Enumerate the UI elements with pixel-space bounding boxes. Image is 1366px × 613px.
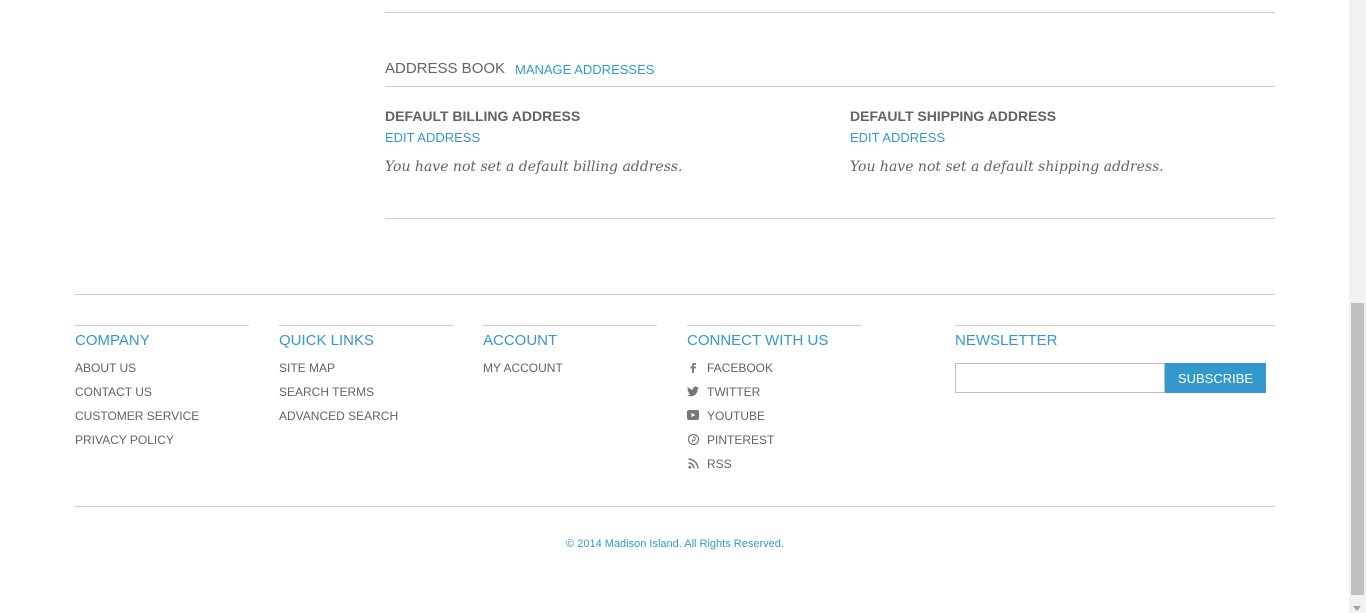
my-account-link[interactable]: MY ACCOUNT bbox=[483, 361, 563, 375]
youtube-icon bbox=[687, 409, 699, 421]
newsletter-form: SUBSCRIBE bbox=[955, 363, 1266, 393]
address-book-title: ADDRESS BOOK bbox=[385, 60, 506, 77]
column-rule bbox=[75, 325, 249, 326]
list-item: RSS bbox=[687, 457, 861, 481]
list-item: CUSTOMER SERVICE bbox=[75, 409, 249, 433]
footer-connect-title: CONNECT WITH US bbox=[687, 332, 829, 349]
list-item: ADVANCED SEARCH bbox=[279, 409, 453, 433]
list-item: CONTACT US bbox=[75, 385, 249, 409]
address-section-bottom-divider bbox=[385, 218, 1275, 219]
footer-quick-links-title: QUICK LINKS bbox=[279, 332, 375, 349]
page: ADDRESS BOOK MANAGE ADDRESSES DEFAULT BI… bbox=[0, 0, 1366, 613]
footer-company-title: COMPANY bbox=[75, 332, 150, 349]
rss-icon bbox=[687, 457, 699, 469]
list-item: MY ACCOUNT bbox=[483, 361, 657, 385]
advanced-search-link[interactable]: ADVANCED SEARCH bbox=[279, 409, 398, 423]
list-item: PRIVACY POLICY bbox=[75, 433, 249, 457]
shipping-address-title: DEFAULT SHIPPING ADDRESS bbox=[850, 108, 1057, 124]
edit-billing-address-link[interactable]: EDIT ADDRESS bbox=[385, 130, 480, 145]
list-item: TWITTER bbox=[687, 385, 861, 409]
address-book-divider bbox=[385, 86, 1275, 87]
column-rule bbox=[279, 325, 453, 326]
youtube-link[interactable]: YOUTUBE bbox=[707, 409, 765, 423]
manage-addresses-link[interactable]: MANAGE ADDRESSES bbox=[515, 62, 654, 77]
shipping-address-block: DEFAULT SHIPPING ADDRESS EDIT ADDRESS Yo… bbox=[850, 108, 1270, 175]
footer-bottom-divider bbox=[75, 506, 1275, 507]
column-rule bbox=[955, 325, 1275, 326]
footer-company-links: ABOUT US CONTACT US CUSTOMER SERVICE PRI… bbox=[75, 361, 249, 457]
facebook-icon bbox=[687, 361, 699, 373]
list-item: SEARCH TERMS bbox=[279, 385, 453, 409]
about-us-link[interactable]: ABOUT US bbox=[75, 361, 136, 375]
footer-company-column: COMPANY ABOUT US CONTACT US CUSTOMER SER… bbox=[75, 325, 249, 457]
rss-link[interactable]: RSS bbox=[707, 457, 732, 471]
scroll-down-arrow-icon[interactable] bbox=[1353, 606, 1361, 611]
column-rule bbox=[687, 325, 861, 326]
footer-social-links: FACEBOOK TWITTER YOUTUBE PINTEREST RSS bbox=[687, 361, 861, 481]
twitter-icon bbox=[687, 385, 699, 397]
column-rule bbox=[483, 325, 657, 326]
privacy-policy-link[interactable]: PRIVACY POLICY bbox=[75, 433, 174, 447]
page-scrollbar[interactable] bbox=[1349, 0, 1366, 613]
copyright-text: © 2014 Madison Island. All Rights Reserv… bbox=[566, 538, 784, 550]
facebook-link[interactable]: FACEBOOK bbox=[707, 361, 773, 375]
billing-address-block: DEFAULT BILLING ADDRESS EDIT ADDRESS You… bbox=[385, 108, 805, 175]
footer-account-links: MY ACCOUNT bbox=[483, 361, 657, 385]
newsletter-email-input[interactable] bbox=[955, 363, 1165, 393]
billing-address-empty-text: You have not set a default billing addre… bbox=[385, 159, 683, 175]
list-item: YOUTUBE bbox=[687, 409, 861, 433]
pinterest-icon bbox=[687, 433, 699, 445]
pinterest-link[interactable]: PINTEREST bbox=[707, 433, 774, 447]
scrollbar-thumb[interactable] bbox=[1351, 303, 1364, 595]
shipping-address-empty-text: You have not set a default shipping addr… bbox=[850, 159, 1164, 175]
customer-service-link[interactable]: CUSTOMER SERVICE bbox=[75, 409, 199, 423]
list-item: FACEBOOK bbox=[687, 361, 861, 385]
subscribe-button[interactable]: SUBSCRIBE bbox=[1165, 363, 1266, 393]
billing-address-title: DEFAULT BILLING ADDRESS bbox=[385, 108, 581, 124]
edit-shipping-address-link[interactable]: EDIT ADDRESS bbox=[850, 130, 945, 145]
list-item: SITE MAP bbox=[279, 361, 453, 385]
newsletter-title: NEWSLETTER bbox=[955, 332, 1058, 349]
footer-account-title: ACCOUNT bbox=[483, 332, 558, 349]
top-divider bbox=[385, 12, 1275, 13]
site-map-link[interactable]: SITE MAP bbox=[279, 361, 335, 375]
footer-quick-links-column: QUICK LINKS SITE MAP SEARCH TERMS ADVANC… bbox=[279, 325, 453, 433]
twitter-link[interactable]: TWITTER bbox=[707, 385, 760, 399]
footer-quick-links: SITE MAP SEARCH TERMS ADVANCED SEARCH bbox=[279, 361, 453, 433]
list-item: ABOUT US bbox=[75, 361, 249, 385]
footer-newsletter: NEWSLETTER SUBSCRIBE bbox=[955, 325, 1275, 393]
search-terms-link[interactable]: SEARCH TERMS bbox=[279, 385, 374, 399]
footer-connect-column: CONNECT WITH US FACEBOOK TWITTER YOUTUBE bbox=[687, 325, 861, 481]
list-item: PINTEREST bbox=[687, 433, 861, 457]
footer-account-column: ACCOUNT MY ACCOUNT bbox=[483, 325, 657, 385]
footer-top-divider bbox=[75, 294, 1275, 295]
contact-us-link[interactable]: CONTACT US bbox=[75, 385, 152, 399]
